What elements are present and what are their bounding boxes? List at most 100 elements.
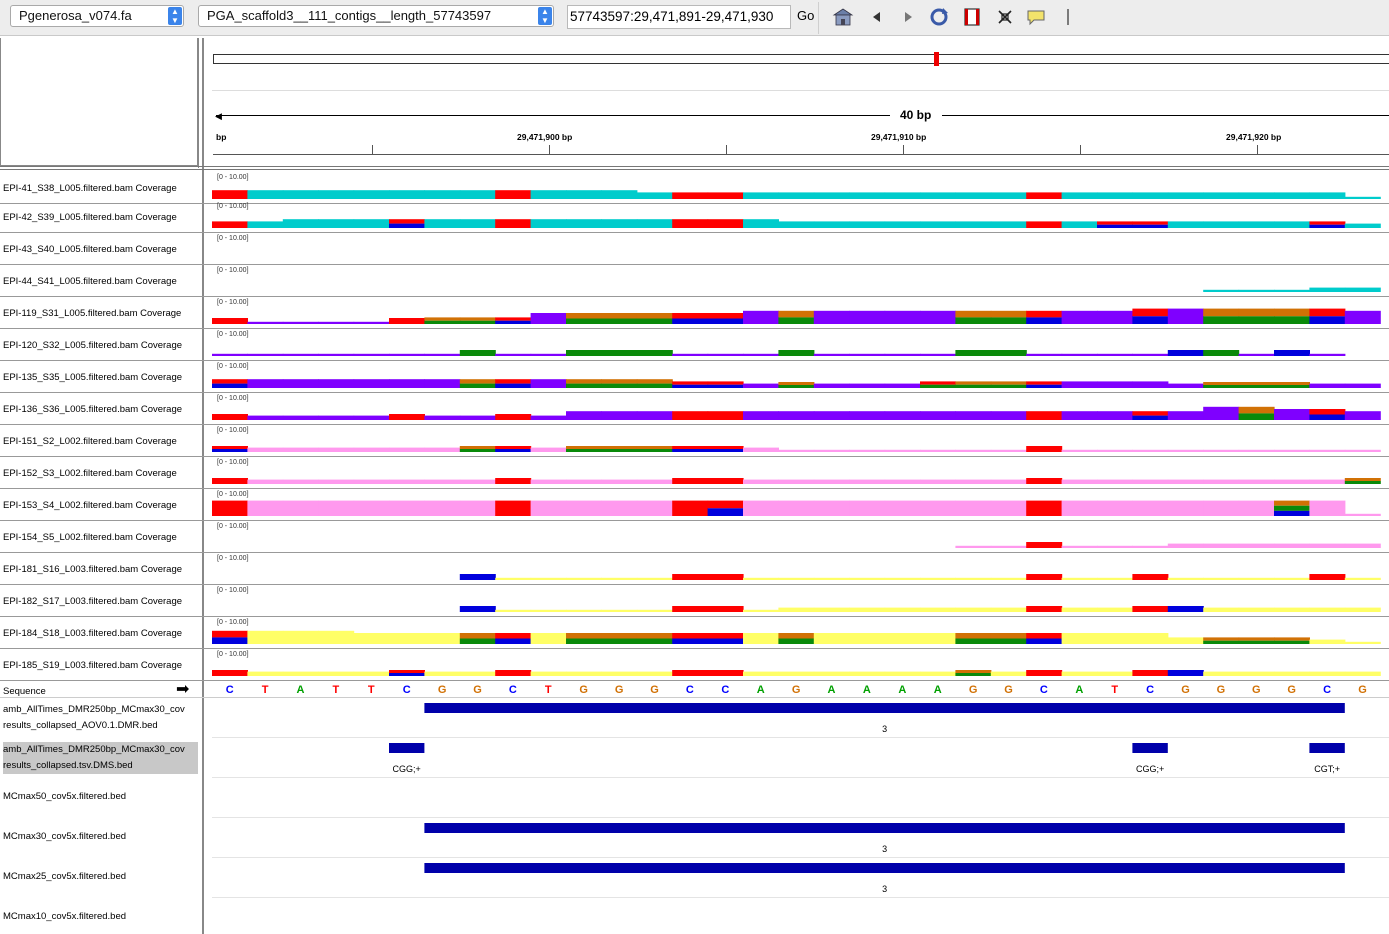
coverage-mismatch-bar [459,574,496,580]
track-name[interactable]: EPI-154_S5_L002.filtered.bam Coverage [3,532,198,543]
track-name[interactable]: EPI-184_S18_L003.filtered.bam Coverage [3,628,198,639]
coverage-bar [990,545,1027,548]
sequence-base: G [437,684,447,696]
sequence-base: G [579,684,588,696]
coverage-mismatch-bar [495,414,532,420]
coverage-mismatch-bar [707,446,744,449]
feature-track-name[interactable]: amb_AllTimes_DMR250bp_MCmax30_cov results… [3,702,198,734]
coverage-bar [1344,577,1381,580]
track-name[interactable]: EPI-153_S4_L002.filtered.bam Coverage [3,500,198,511]
feature-track-name[interactable]: amb_AllTimes_DMR250bp_MCmax30_cov results… [3,742,198,774]
coverage-bar [849,353,886,356]
coverage-bar [1132,353,1169,356]
coverage-mismatch-bar [955,381,992,385]
coverage-mismatch-bar [212,500,248,516]
coverage-mismatch-bar [212,446,248,449]
coverage-bar [849,310,886,324]
coverage-mismatch-bar [1309,414,1346,420]
coverage-bar [1203,192,1240,199]
coverage-mismatch-bar [707,219,744,228]
coverage-bar [601,190,638,199]
coverage-mismatch-bar [672,574,709,580]
feature-track-name[interactable]: MCmax50_cov5x.filtered.bed [3,789,198,805]
coverage-mismatch-bar [672,606,709,612]
coverage-bar [1061,577,1098,580]
track-name[interactable]: EPI-181_S16_L003.filtered.bam Coverage [3,564,198,575]
coverage-bar [955,577,992,580]
coverage-mismatch-bar [707,313,744,319]
coverage-mismatch-bar [459,383,496,388]
coverage-mismatch-bar [707,478,744,484]
track-name[interactable]: EPI-119_S31_L005.filtered.bam Coverage [3,308,198,319]
coverage-bar [601,671,638,676]
coverage-mismatch-bar [495,190,532,199]
track-name[interactable]: EPI-44_S41_L005.filtered.bam Coverage [3,276,198,287]
track-name[interactable]: EPI-182_S17_L003.filtered.bam Coverage [3,596,198,607]
coverage-bar [1203,221,1240,228]
coverage-bar [778,671,815,676]
coverage-mismatch-bar [636,383,673,388]
coverage-bar [318,379,355,388]
coverage-bar [601,479,638,484]
coverage-bar [424,353,461,356]
track-separator [0,360,1389,361]
coverage-bar [459,415,496,420]
coverage-bar [743,383,779,388]
coverage-bar [1344,513,1381,516]
coverage-bar [743,411,779,420]
track-name[interactable]: EPI-43_S40_L005.filtered.bam Coverage [3,244,198,255]
coverage-bar [282,353,319,356]
coverage-mismatch-bar [459,446,496,449]
feature-track-name[interactable]: MCmax10_cov5x.filtered.bed [3,909,198,925]
coverage-mismatch-bar [1097,224,1133,228]
coverage-bar [282,415,319,420]
track-name[interactable]: EPI-136_S36_L005.filtered.bam Coverage [3,404,198,415]
coverage-bar [566,671,602,676]
coverage-mismatch-bar [1274,640,1310,644]
track-name[interactable]: EPI-151_S2_L002.filtered.bam Coverage [3,436,198,447]
coverage-bar [318,671,355,676]
track-name[interactable]: EPI-135_S35_L005.filtered.bam Coverage [3,372,198,383]
coverage-mismatch-bar [1203,308,1240,317]
coverage-bar [247,190,284,199]
coverage-mismatch-bar [212,383,248,388]
coverage-bar [884,310,921,324]
track-name[interactable]: EPI-42_S39_L005.filtered.bam Coverage [3,212,198,223]
coverage-bar [920,577,956,580]
track-name[interactable]: EPI-41_S38_L005.filtered.bam Coverage [3,183,198,194]
feature-track-name[interactable]: MCmax30_cov5x.filtered.bed [3,829,198,845]
coverage-mismatch-bar [672,192,709,199]
coverage-bar [743,479,779,484]
feature-track-name[interactable]: MCmax25_cov5x.filtered.bed [3,869,198,885]
coverage-bar [247,321,284,324]
coverage-bar [849,383,886,388]
strand-arrow-icon[interactable]: ➡ [176,679,189,699]
track-name[interactable]: EPI-120_S32_L005.filtered.bam Coverage [3,340,198,351]
sequence-base: A [898,684,907,696]
coverage-bar [601,500,638,516]
coverage-mismatch-bar [459,633,496,639]
coverage-mismatch-bar [707,411,744,420]
sequence-base: A [827,684,836,696]
track-separator [0,264,1389,265]
coverage-bar [1061,353,1098,356]
track-scale-label: [0 - 10.00] [217,395,249,402]
sequence-track-name[interactable]: Sequence [3,686,198,697]
coverage-mismatch-bar [1274,505,1310,511]
coverage-bar [530,609,567,612]
coverage-bar [884,411,921,420]
coverage-mismatch-bar [566,350,602,356]
track-name[interactable]: EPI-152_S3_L002.filtered.bam Coverage [3,468,198,479]
coverage-mismatch-bar [1309,409,1346,415]
coverage-mismatch-bar [1203,316,1240,324]
coverage-mismatch-bar [1344,478,1381,481]
sequence-base: C [402,684,411,696]
track-name[interactable]: EPI-185_S19_L003.filtered.bam Coverage [3,660,198,671]
coverage-mismatch-bar [1274,637,1310,641]
coverage-mismatch-bar [1238,382,1275,385]
track-data-canvas[interactable] [0,0,1389,934]
coverage-bar [1344,411,1381,420]
coverage-mismatch-bar [636,379,673,384]
track-scale-label: [0 - 10.00] [217,523,249,530]
track-scale-label: [0 - 10.00] [217,459,249,466]
